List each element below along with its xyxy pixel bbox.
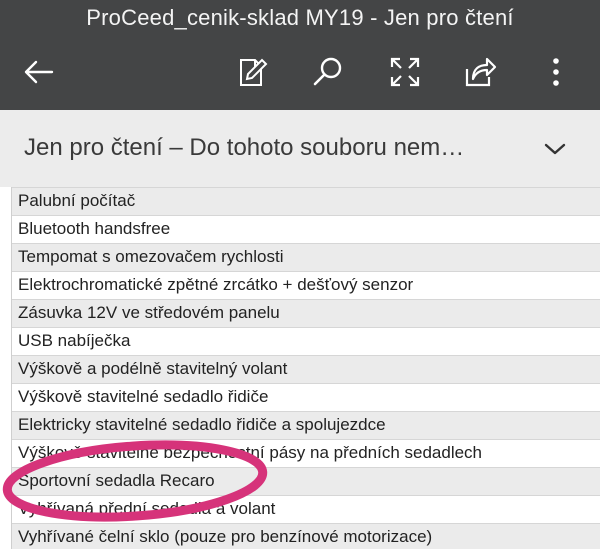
edit-pencil-icon <box>240 58 268 86</box>
fullscreen-icon <box>390 57 420 87</box>
search-button[interactable] <box>306 50 350 94</box>
document-title: ProCeed_cenik-sklad MY19 - Jen pro čtení <box>86 5 514 30</box>
table-row[interactable]: Palubní počítač <box>12 187 600 215</box>
table-row[interactable]: Sportovní sedadla Recaro <box>12 467 600 495</box>
spreadsheet-grid[interactable]: Palubní počítač Bluetooth handsfree Tempom… <box>0 187 600 549</box>
share-icon <box>465 57 497 87</box>
edit-button[interactable] <box>230 50 274 94</box>
table-row[interactable]: Vyhřívaná přední sedadla a volant <box>12 495 600 523</box>
more-vertical-icon <box>553 58 559 86</box>
table-row[interactable]: Výškově stavitelné sedadlo řidiče <box>12 383 600 411</box>
share-button[interactable] <box>458 50 502 94</box>
back-arrow-icon <box>24 60 54 84</box>
fullscreen-button[interactable] <box>383 50 427 94</box>
expand-banner-button[interactable] <box>540 134 570 164</box>
app-bar: ProCeed_cenik-sklad MY19 - Jen pro čtení <box>0 0 600 110</box>
table-row[interactable]: Zásuvka 12V ve středovém panelu <box>12 299 600 327</box>
table-row[interactable]: Výškově stavitelné bezpečnostní pásy na … <box>12 439 600 467</box>
chevron-down-icon <box>544 143 566 155</box>
table-row[interactable]: Elektrochromatické zpětné zrcátko + dešť… <box>12 271 600 299</box>
more-options-button[interactable] <box>534 50 578 94</box>
read-only-banner[interactable]: Jen pro čtení – Do tohoto souboru nem… <box>0 110 600 188</box>
back-button[interactable] <box>17 50 61 94</box>
table-row[interactable]: USB nabíječka <box>12 327 600 355</box>
table-row[interactable]: Tempomat s omezovačem rychlosti <box>12 243 600 271</box>
table-row[interactable]: Elektricky stavitelné sedadlo řidiče a s… <box>12 411 600 439</box>
search-icon <box>313 57 342 86</box>
table-row[interactable]: Výškově a podélně stavitelný volant <box>12 355 600 383</box>
banner-message: Jen pro čtení – Do tohoto souboru nem… <box>24 134 465 161</box>
table-row[interactable]: Vyhřívané čelní sklo (pouze pro benzínov… <box>12 523 600 549</box>
table-row[interactable]: Bluetooth handsfree <box>12 215 600 243</box>
